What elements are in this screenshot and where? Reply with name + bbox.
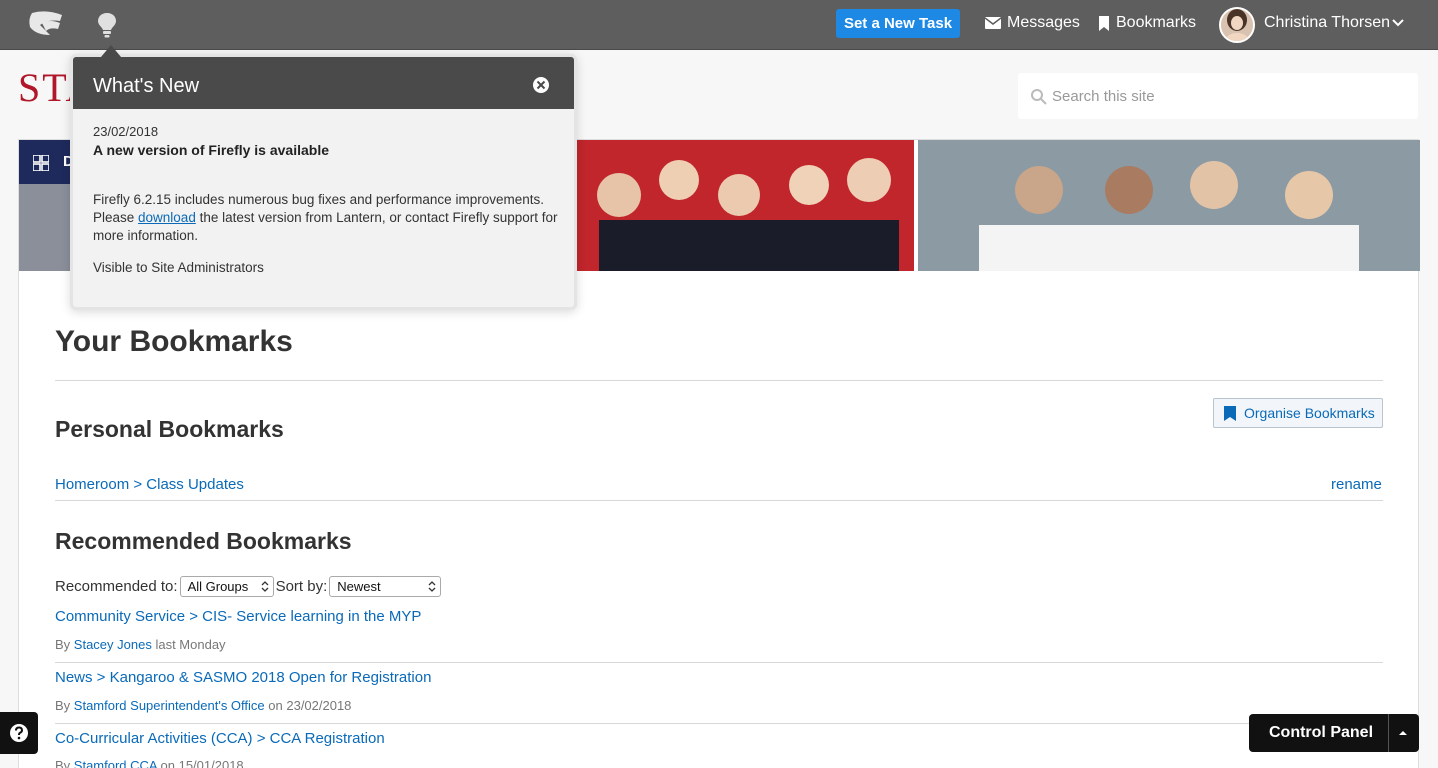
personal-bookmark-link[interactable]: Homeroom > Class Updates (55, 476, 244, 493)
whats-new-popup: What's New 23/02/2018 A new version of F… (70, 45, 577, 310)
divider (1388, 714, 1389, 752)
caret-up-icon[interactable] (1398, 729, 1408, 737)
help-icon (10, 724, 28, 742)
messages-link[interactable]: Messages (985, 13, 1080, 33)
set-new-task-button[interactable]: Set a New Task (836, 9, 960, 38)
popup-pointer (101, 45, 121, 57)
bookmark-date: on 15/01/2018 (160, 758, 244, 768)
bookmark-icon (1099, 15, 1109, 31)
recommended-to-label: Recommended to: (55, 578, 178, 595)
bookmarks-label: Bookmarks (1116, 14, 1197, 31)
help-button[interactable] (0, 712, 38, 754)
bookmark-icon (1224, 406, 1236, 421)
divider (55, 723, 1383, 724)
sort-by-select[interactable]: Newest (329, 576, 442, 597)
recommended-to-select[interactable]: All Groups (179, 576, 274, 597)
divider (55, 662, 1383, 663)
search-box[interactable] (1018, 73, 1418, 119)
chevron-down-icon[interactable] (1391, 17, 1405, 29)
search-icon (1031, 89, 1047, 105)
rename-link[interactable]: rename (1331, 476, 1382, 493)
recommended-bookmarks-heading: Recommended Bookmarks (55, 528, 352, 554)
select-arrows-icon (428, 581, 436, 592)
grid-icon (33, 155, 49, 171)
envelope-icon (985, 17, 1001, 29)
user-name[interactable]: Christina Thorsen (1264, 13, 1390, 33)
avatar[interactable] (1219, 7, 1255, 43)
recommended-bookmark-link[interactable]: Co-Curricular Activities (CCA) > CCA Reg… (55, 730, 385, 747)
bookmark-date: on 23/02/2018 (268, 698, 352, 713)
search-input[interactable] (1052, 82, 1402, 110)
organise-bookmarks-label: Organise Bookmarks (1244, 405, 1375, 421)
page-title: Your Bookmarks (55, 325, 293, 358)
close-icon[interactable] (532, 76, 550, 94)
divider (55, 380, 1383, 381)
recommended-bookmark-meta: By Stacey Jones last Monday (55, 637, 226, 652)
download-link[interactable]: download (138, 210, 196, 225)
divider (55, 500, 1383, 501)
bookmarks-link[interactable]: Bookmarks (1098, 13, 1196, 33)
sort-by-value: Newest (337, 579, 381, 594)
popup-headline: A new version of Firefly is available (93, 142, 330, 158)
author-link[interactable]: Stamford Superintendent's Office (74, 698, 265, 713)
organise-bookmarks-button[interactable]: Organise Bookmarks (1213, 398, 1383, 428)
by-label: By (55, 637, 71, 652)
recommended-bookmark-link[interactable]: News > Kangaroo & SASMO 2018 Open for Re… (55, 669, 431, 686)
user-avatar-icon (1221, 9, 1253, 41)
by-label: By (55, 698, 71, 713)
popup-body: Firefly 6.2.15 includes numerous bug fix… (93, 191, 563, 245)
recommended-bookmark-meta: By Stamford Superintendent's Office on 2… (55, 698, 351, 713)
personal-bookmarks-heading: Personal Bookmarks (55, 416, 284, 442)
control-panel-label: Control Panel (1269, 724, 1374, 741)
by-label: By (55, 758, 71, 768)
lightbulb-icon[interactable] (96, 12, 118, 38)
recommended-to-value: All Groups (187, 579, 249, 594)
firefly-logo-icon[interactable] (26, 9, 66, 39)
select-arrows-icon (261, 581, 269, 592)
control-panel-button[interactable]: Control Panel (1249, 714, 1419, 752)
author-link[interactable]: Stamford CCA (74, 758, 157, 768)
popup-header: What's New (73, 57, 574, 109)
sort-by-label: Sort by: (275, 578, 328, 595)
top-bar: Set a New Task Messages Bookmarks Christ… (0, 0, 1438, 50)
recommended-filters: Recommended to: All Groups Sort by: Newe… (55, 576, 442, 597)
recommended-bookmark-link[interactable]: Community Service > CIS- Service learnin… (55, 608, 421, 625)
popup-title: What's New (93, 75, 200, 97)
bookmark-date: last Monday (155, 637, 226, 652)
popup-date: 23/02/2018 (93, 124, 159, 139)
messages-label: Messages (1007, 14, 1080, 31)
popup-visibility-note: Visible to Site Administrators (93, 260, 264, 275)
recommended-bookmark-meta: By Stamford CCA on 15/01/2018 (55, 758, 244, 768)
author-link[interactable]: Stacey Jones (74, 637, 152, 652)
